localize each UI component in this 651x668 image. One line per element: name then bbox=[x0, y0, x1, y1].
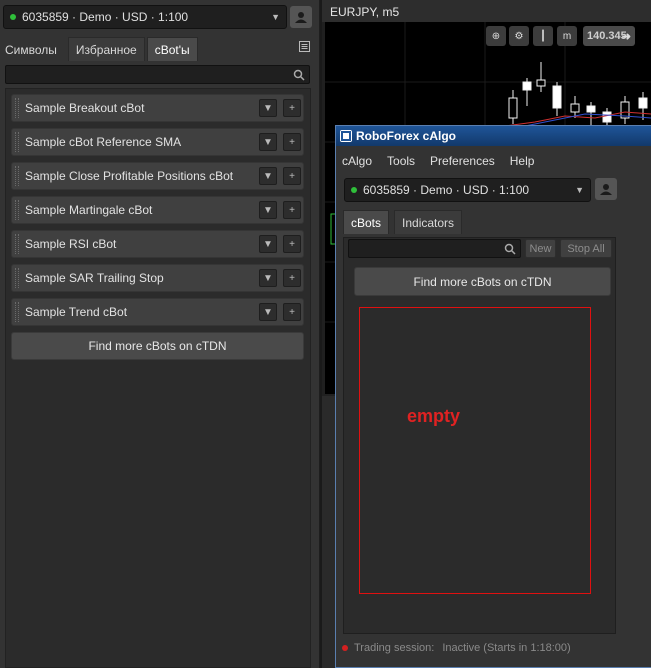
connected-indicator bbox=[351, 187, 357, 193]
account-label: 6035859 · Demo · USD · 1:100 bbox=[363, 183, 530, 197]
chevron-down-icon[interactable]: ▼ bbox=[259, 303, 277, 321]
drag-handle-icon[interactable] bbox=[15, 302, 19, 322]
calgo-tabs: cBots Indicators bbox=[343, 210, 464, 234]
add-instance-button[interactable]: + bbox=[283, 269, 301, 287]
drag-handle-icon[interactable] bbox=[15, 200, 19, 220]
chevron-down-icon[interactable]: ▼ bbox=[259, 99, 277, 117]
menu-help[interactable]: Help bbox=[510, 154, 535, 168]
status-value: Inactive (Starts in 1:18:00) bbox=[442, 642, 571, 654]
search-input[interactable] bbox=[5, 65, 310, 84]
candles-icon[interactable]: ┃ bbox=[533, 26, 553, 46]
account-label: 6035859 · Demo · USD · 1:100 bbox=[22, 10, 189, 24]
status-bar: Trading session: Inactive (Starts in 1:1… bbox=[342, 642, 571, 654]
cbot-item-sar-trailing[interactable]: Sample SAR Trailing Stop ▼ + bbox=[11, 264, 304, 292]
drag-handle-icon[interactable] bbox=[15, 234, 19, 254]
connected-indicator bbox=[10, 14, 16, 20]
chevron-down-icon: ▼ bbox=[575, 185, 584, 195]
tab-favorites[interactable]: Избранное bbox=[67, 37, 145, 61]
chart-title: EURJPY, m5 bbox=[322, 0, 651, 22]
chevron-down-icon[interactable]: ▼ bbox=[259, 269, 277, 287]
menu-calgo[interactable]: cAlgo bbox=[342, 154, 372, 168]
window-title: RoboForex cAlgo bbox=[356, 129, 457, 143]
stop-all-button[interactable]: Stop All bbox=[560, 239, 612, 258]
price-tag[interactable]: 140.345 ➜ bbox=[583, 26, 635, 46]
cbot-name: Sample Trend cBot bbox=[25, 305, 128, 319]
cbot-item-rsi[interactable]: Sample RSI cBot ▼ + bbox=[11, 230, 304, 258]
new-cbot-button[interactable]: New bbox=[525, 239, 556, 258]
chevron-down-icon[interactable]: ▼ bbox=[259, 201, 277, 219]
app-logo-icon bbox=[340, 130, 352, 142]
candles bbox=[508, 62, 648, 128]
cbot-name: Sample Martingale cBot bbox=[25, 203, 153, 217]
cbot-name: Sample Breakout cBot bbox=[25, 101, 145, 115]
find-more-cbots-button[interactable]: Find more cBots on cTDN bbox=[11, 332, 304, 360]
account-select[interactable]: 6035859 · Demo · USD · 1:100 ▼ bbox=[3, 5, 287, 29]
cbot-item-martingale[interactable]: Sample Martingale cBot ▼ + bbox=[11, 196, 304, 224]
add-instance-button[interactable]: + bbox=[283, 303, 301, 321]
user-icon[interactable] bbox=[595, 178, 617, 200]
window-titlebar[interactable]: RoboForex cAlgo bbox=[336, 126, 651, 146]
tab-indicators[interactable]: Indicators bbox=[394, 210, 463, 234]
account-select[interactable]: 6035859 · Demo · USD · 1:100 ▼ bbox=[344, 178, 591, 202]
search-icon bbox=[293, 69, 305, 84]
tab-cbots[interactable]: cBots bbox=[343, 210, 390, 234]
zoom-icon[interactable]: ⊕ bbox=[486, 26, 506, 46]
chevron-down-icon[interactable]: ▼ bbox=[259, 133, 277, 151]
calgo-window: RoboForex cAlgo cAlgo Tools Preferences … bbox=[335, 125, 651, 668]
menu-bar: cAlgo Tools Preferences Help bbox=[342, 154, 549, 168]
search-icon bbox=[504, 243, 516, 258]
menu-preferences[interactable]: Preferences bbox=[430, 154, 495, 168]
search-input[interactable] bbox=[348, 239, 521, 258]
cbot-list: Sample Breakout cBot ▼ + Sample cBot Ref… bbox=[5, 88, 311, 668]
tab-cbots[interactable]: cBot'ы bbox=[146, 37, 198, 61]
status-label: Trading session: bbox=[354, 642, 435, 654]
cbot-name: Sample cBot Reference SMA bbox=[25, 135, 182, 149]
empty-annotation-box bbox=[359, 307, 591, 594]
cbot-item-trend[interactable]: Sample Trend cBot ▼ + bbox=[11, 298, 304, 326]
status-indicator bbox=[342, 645, 348, 651]
user-icon[interactable] bbox=[290, 6, 312, 28]
find-more-cbots-button[interactable]: Find more cBots on cTDN bbox=[354, 267, 611, 296]
chevron-down-icon[interactable]: ▼ bbox=[259, 235, 277, 253]
notes-icon[interactable] bbox=[298, 40, 311, 56]
drag-handle-icon[interactable] bbox=[15, 268, 19, 288]
drag-handle-icon[interactable] bbox=[15, 98, 19, 118]
cbot-name: Sample RSI cBot bbox=[25, 237, 117, 251]
add-instance-button[interactable]: + bbox=[283, 201, 301, 219]
add-instance-button[interactable]: + bbox=[283, 133, 301, 151]
chevron-down-icon: ▼ bbox=[271, 12, 280, 22]
cbot-item-reference-sma[interactable]: Sample cBot Reference SMA ▼ + bbox=[11, 128, 304, 156]
add-instance-button[interactable]: + bbox=[283, 99, 301, 117]
cbots-panel: 6035859 · Demo · USD · 1:100 ▼ Символы И… bbox=[0, 0, 320, 668]
chevron-down-icon[interactable]: ▼ bbox=[259, 167, 277, 185]
menu-tools[interactable]: Tools bbox=[387, 154, 415, 168]
add-instance-button[interactable]: + bbox=[283, 167, 301, 185]
drag-handle-icon[interactable] bbox=[15, 132, 19, 152]
panel-tabs: Символы Избранное cBot'ы bbox=[0, 37, 200, 61]
empty-annotation-label: empty bbox=[407, 406, 461, 426]
timeframe-icon[interactable]: m bbox=[557, 26, 577, 46]
cbot-item-close-profitable[interactable]: Sample Close Profitable Positions cBot ▼… bbox=[11, 162, 304, 190]
cbot-name: Sample Close Profitable Positions cBot bbox=[25, 169, 234, 183]
chart-settings-icon[interactable]: ⚙ bbox=[509, 26, 529, 46]
arrow-right-icon: ➜ bbox=[621, 30, 631, 43]
cbot-item-breakout[interactable]: Sample Breakout cBot ▼ + bbox=[11, 94, 304, 122]
tab-symbols[interactable]: Символы bbox=[0, 37, 62, 61]
cbot-name: Sample SAR Trailing Stop bbox=[25, 271, 164, 285]
drag-handle-icon[interactable] bbox=[15, 166, 19, 186]
add-instance-button[interactable]: + bbox=[283, 235, 301, 253]
